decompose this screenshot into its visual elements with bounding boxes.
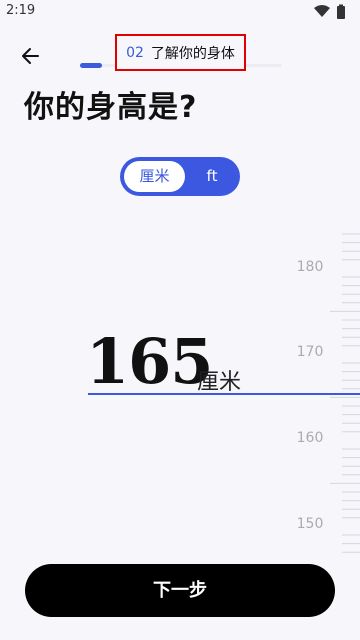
wifi-icon	[314, 5, 330, 17]
ruler-label: 180	[297, 259, 324, 275]
progress-fill	[80, 63, 102, 68]
unit-option-ft[interactable]: ft	[188, 161, 236, 192]
status-time: 2:19	[6, 3, 36, 18]
battery-icon	[337, 6, 345, 19]
ruler-label: 150	[297, 516, 324, 532]
step-indicator: 02 了解你的身体	[115, 34, 246, 71]
step-number: 02	[126, 44, 144, 61]
height-ruler[interactable]: 180 170 160 150	[280, 230, 360, 560]
unit-option-cm[interactable]: 厘米	[124, 161, 185, 192]
status-bar: 2:19	[0, 0, 360, 24]
status-icons	[314, 4, 345, 19]
ruler-label: 170	[297, 344, 324, 360]
height-unit: 厘米	[197, 370, 242, 395]
arrow-left-icon	[22, 48, 39, 64]
next-button[interactable]: 下一步	[25, 564, 335, 617]
unit-toggle[interactable]: 厘米 ft	[120, 157, 240, 196]
step-title: 了解你的身体	[150, 45, 235, 62]
page-title: 你的身高是?	[24, 90, 198, 125]
height-value: 165	[86, 325, 213, 398]
ruler-label: 160	[297, 430, 324, 446]
selection-indicator	[88, 393, 360, 395]
back-button[interactable]	[16, 42, 46, 70]
